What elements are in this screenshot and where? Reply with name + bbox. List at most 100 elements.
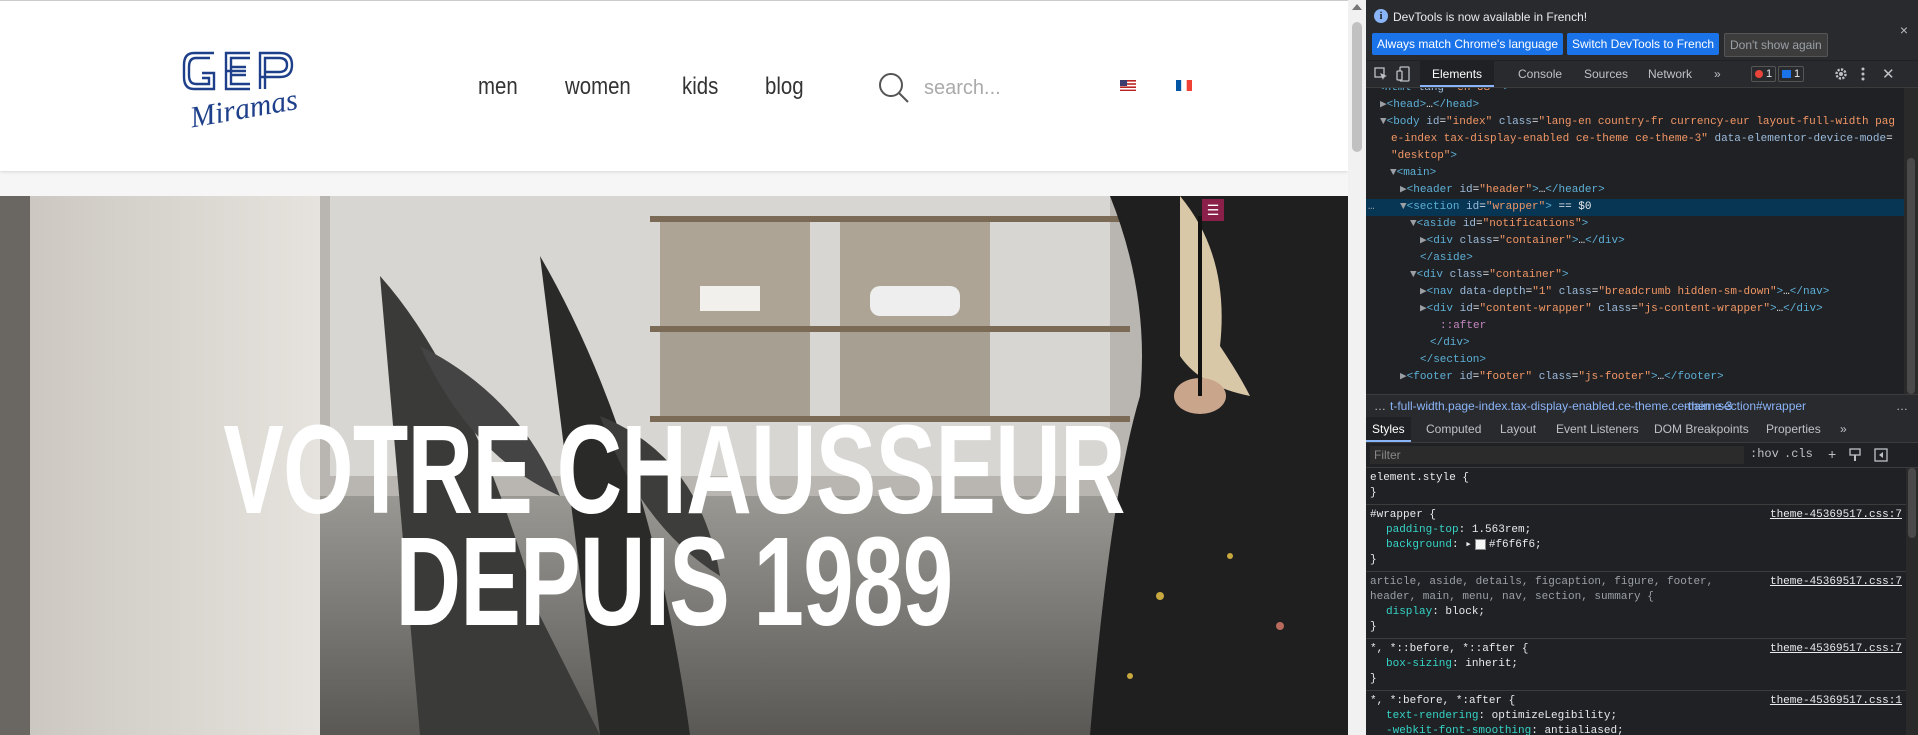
dom-tree[interactable]: <html lang="en-US" > ▶<head>…</head> ▼<bod… — [1366, 88, 1904, 394]
color-swatch[interactable] — [1474, 538, 1486, 550]
error-count: 1 — [1766, 68, 1773, 80]
prop-background[interactable]: background: ▸ #f6f6f6; — [1386, 538, 1542, 553]
close-devtools-icon[interactable]: ✕ — [1882, 65, 1895, 83]
nav-women[interactable]: women — [565, 73, 631, 101]
styles-scrollbar-thumb[interactable] — [1908, 468, 1916, 538]
tab-computed[interactable]: Computed — [1426, 417, 1481, 442]
rule-universal2-selector[interactable]: *, *:before, *:after { — [1370, 694, 1515, 709]
tab-sources[interactable]: Sources — [1584, 61, 1628, 87]
rule-universal-source-link[interactable]: theme-45369517.css:7 — [1770, 642, 1902, 657]
hero-line-1: VOTRE CHAUSSEUR — [223, 399, 1125, 540]
dom-node-line[interactable]: ▶<nav data-depth="1" class="breadcrumb h… — [1420, 284, 1829, 301]
language-notice-bar: i DevTools is now available in French! ×… — [1366, 0, 1918, 60]
dom-node-line[interactable]: </div> — [1430, 335, 1470, 352]
dom-node-line[interactable]: ▶<div class="container">…</div> — [1420, 233, 1625, 250]
breadcrumb-main[interactable]: main — [1684, 395, 1710, 417]
dom-node-line[interactable]: ▼<main> — [1390, 165, 1436, 182]
breadcrumb-section[interactable]: section#wrapper — [1718, 395, 1806, 417]
search-icon[interactable] — [878, 72, 910, 104]
dom-node-line[interactable]: ▼<div class="container"> — [1410, 267, 1568, 284]
new-rule-plus-icon[interactable]: + — [1828, 446, 1836, 462]
breadcrumb-ellipsis[interactable]: … — [1374, 395, 1386, 417]
prop-value: 1.563rem; — [1471, 524, 1532, 536]
rule-close-brace: } — [1370, 673, 1377, 685]
dom-node-line[interactable]: ▼<aside id="notifications"> — [1410, 216, 1588, 233]
message-count-badge[interactable]: 1 — [1778, 66, 1805, 82]
rule-universal2-source-link[interactable]: theme-45369517.css:1 — [1770, 694, 1902, 709]
tab-network[interactable]: Network — [1648, 61, 1692, 87]
rule-element-style-selector[interactable]: element.style { — [1370, 471, 1469, 486]
switch-language-button[interactable]: Switch DevTools to French — [1567, 33, 1720, 55]
hero-line-2: DEPUIS 1989 — [395, 511, 954, 652]
dom-node-line[interactable]: ▼<section id="wrapper"> == $0 — [1400, 199, 1592, 216]
rule-wrapper-source-link[interactable]: theme-45369517.css:7 — [1770, 508, 1902, 523]
toggle-sidebar-icon[interactable] — [1874, 448, 1888, 462]
hero-title: VOTRE CHAUSSEUR DEPUIS 1989 — [189, 399, 1160, 652]
us-flag-icon[interactable] — [1120, 80, 1136, 91]
prop-padding-top[interactable]: padding-top: 1.563rem; — [1386, 523, 1531, 538]
prop-display[interactable]: display: block; — [1386, 605, 1485, 620]
nav-blog[interactable]: blog — [765, 73, 804, 101]
class-toggle[interactable]: .cls — [1784, 447, 1813, 461]
rule-universal-selector[interactable]: *, *::before, *::after { — [1370, 642, 1528, 657]
rule-html5-selector-b[interactable]: header, main, menu, nav, section, summar… — [1370, 590, 1654, 605]
dom-node-line[interactable]: </section> — [1420, 352, 1486, 369]
tab-properties[interactable]: Properties — [1766, 417, 1821, 442]
prop-value: antialiased; — [1544, 725, 1624, 735]
dont-show-again-button[interactable]: Don't show again — [1724, 33, 1828, 57]
device-toolbar-icon[interactable] — [1396, 66, 1410, 82]
dom-node-line[interactable]: ▶<head>…</head> — [1380, 97, 1479, 114]
fr-flag-icon[interactable] — [1176, 80, 1192, 91]
paint-brush-icon[interactable] — [1848, 448, 1862, 462]
dom-node-line[interactable]: </aside> — [1420, 250, 1473, 267]
rule-html5-source-link[interactable]: theme-45369517.css:7 — [1770, 575, 1902, 590]
dom-node-line[interactable]: ▶<header id="header">…</header> — [1400, 182, 1605, 199]
rule-html5-selector-a[interactable]: article, aside, details, figcaption, fig… — [1370, 575, 1713, 590]
node-actions-ellipsis[interactable]: … — [1368, 199, 1375, 216]
nav-men[interactable]: men — [478, 73, 518, 101]
tab-console[interactable]: Console — [1518, 61, 1562, 87]
inspect-element-icon[interactable] — [1374, 67, 1388, 81]
close-icon[interactable]: × — [1900, 22, 1908, 38]
breadcrumb-body[interactable]: t-full-width.page-index.tax-display-enab… — [1390, 395, 1732, 417]
match-language-button[interactable]: Always match Chrome's language — [1372, 33, 1564, 55]
styles-filter-input[interactable]: Filter — [1370, 446, 1744, 464]
dom-scrollbar[interactable] — [1904, 88, 1918, 394]
tab-styles[interactable]: Styles — [1366, 417, 1411, 442]
scroll-up-arrow-icon[interactable] — [1352, 4, 1362, 10]
tab-event-listeners[interactable]: Event Listeners — [1556, 417, 1639, 442]
hero-menu-button[interactable]: ☰ — [1202, 199, 1224, 221]
error-count-badge[interactable]: 1 — [1751, 66, 1777, 82]
scrollbar-thumb[interactable] — [1352, 22, 1362, 152]
dom-node-line[interactable]: ▼<body id="index" class="lang-en country… — [1380, 114, 1895, 131]
rule-divider — [1366, 504, 1906, 505]
nav-kids[interactable]: kids — [682, 73, 718, 101]
dom-node-line[interactable]: e-index tax-display-enabled ce-theme ce-… — [1391, 131, 1893, 148]
more-style-tabs-chevron-icon[interactable]: » — [1840, 417, 1847, 442]
rule-close-brace: } — [1370, 621, 1377, 633]
settings-gear-icon[interactable] — [1834, 67, 1848, 81]
hover-state-toggle[interactable]: :hov — [1750, 447, 1779, 461]
tab-elements[interactable]: Elements — [1420, 61, 1495, 87]
dom-node-line[interactable]: ▶<div id="content-wrapper" class="js-con… — [1420, 301, 1823, 318]
prop-name: -webkit-font-smoothing — [1386, 725, 1532, 735]
logo[interactable]: Miramas — [180, 41, 315, 131]
dom-node-line[interactable]: ▶<footer id="footer" class="js-footer">…… — [1400, 369, 1724, 386]
breadcrumb-more[interactable]: … — [1896, 395, 1908, 417]
prop-font-smoothing[interactable]: -webkit-font-smoothing: antialiased; — [1386, 724, 1624, 735]
hero-banner: ☰ VOTRE CHAUSSEUR DEPUIS 1989 — [0, 196, 1348, 735]
styles-scrollbar[interactable] — [1906, 468, 1918, 735]
prop-box-sizing[interactable]: box-sizing: inherit; — [1386, 657, 1518, 672]
tab-dom-breakpoints[interactable]: DOM Breakpoints — [1654, 417, 1749, 442]
page-scrollbar[interactable] — [1348, 0, 1366, 735]
dom-node-line[interactable]: <html lang="en-US" > — [1378, 88, 1510, 97]
tab-layout[interactable]: Layout — [1500, 417, 1536, 442]
dom-node-line[interactable]: ::after — [1440, 318, 1486, 335]
dom-node-line[interactable]: "desktop"> — [1391, 148, 1457, 165]
more-tabs-chevron-icon[interactable]: » — [1714, 61, 1721, 87]
dom-scrollbar-thumb[interactable] — [1907, 158, 1915, 394]
search-input[interactable] — [922, 75, 1076, 101]
rule-wrapper-selector[interactable]: #wrapper { — [1370, 508, 1436, 523]
prop-text-rendering[interactable]: text-rendering: optimizeLegibility; — [1386, 709, 1617, 724]
kebab-menu-icon[interactable] — [1860, 67, 1866, 81]
